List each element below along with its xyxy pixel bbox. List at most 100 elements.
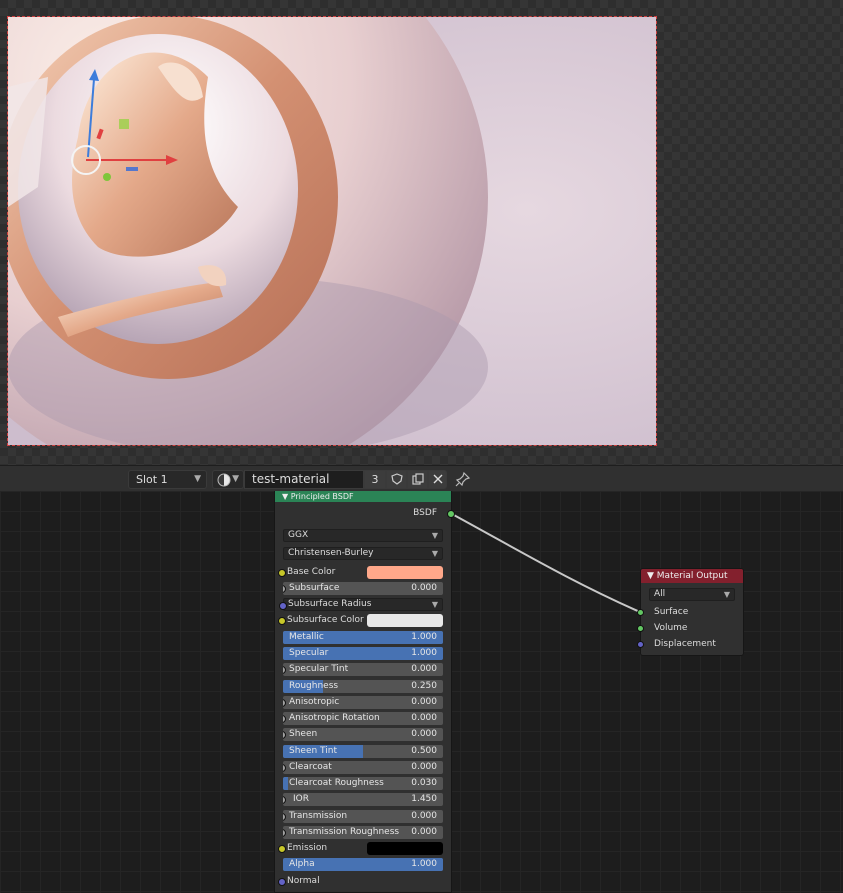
surface-socket[interactable] bbox=[637, 609, 644, 616]
input-socket[interactable] bbox=[283, 731, 286, 739]
render-preview-image bbox=[7, 16, 657, 446]
input-socket[interactable] bbox=[279, 602, 287, 610]
clearcoat-field[interactable]: Clearcoat 0.000 bbox=[283, 761, 443, 774]
normal-row[interactable]: Normal bbox=[278, 875, 443, 888]
distribution-dropdown[interactable]: GGX ▼ bbox=[283, 529, 443, 542]
displacement-label: Displacement bbox=[654, 639, 716, 649]
subsurface-field[interactable]: Subsurface 0.000 bbox=[283, 582, 443, 595]
transmission-roughness-field[interactable]: Transmission Roughness 0.000 bbox=[283, 826, 443, 839]
emission-row[interactable]: Emission bbox=[278, 842, 443, 855]
displacement-socket[interactable] bbox=[637, 641, 644, 648]
ior-field[interactable]: IOR 1.450 bbox=[283, 793, 443, 806]
fake-user-button[interactable] bbox=[386, 470, 407, 489]
node-title: Principled BSDF bbox=[290, 492, 354, 501]
field-value: 0.000 bbox=[411, 664, 437, 674]
node-title: Material Output bbox=[656, 571, 728, 581]
duplicate-material-button[interactable] bbox=[407, 470, 428, 489]
metallic-field[interactable]: Metallic 1.000 bbox=[283, 631, 443, 644]
duplicate-icon bbox=[412, 473, 424, 485]
material-slot-dropdown[interactable]: Slot 1 ▼ bbox=[128, 470, 207, 489]
input-socket[interactable] bbox=[283, 585, 286, 593]
input-socket[interactable] bbox=[278, 878, 286, 886]
collapse-arrow-icon[interactable]: ▼ bbox=[647, 571, 654, 581]
input-socket[interactable] bbox=[283, 666, 286, 674]
material-sphere-icon bbox=[217, 473, 231, 487]
input-socket[interactable] bbox=[278, 617, 286, 625]
collapse-arrow-icon[interactable]: ▼ bbox=[282, 492, 288, 501]
field-label: Specular bbox=[289, 648, 329, 658]
subsurface-method-dropdown[interactable]: Christensen-Burley ▼ bbox=[283, 547, 443, 560]
field-value: 0.000 bbox=[411, 827, 437, 837]
subsurface-radius-label: Subsurface Radius bbox=[288, 599, 372, 609]
field-label: Sheen Tint bbox=[289, 746, 338, 756]
base-color-swatch[interactable] bbox=[367, 566, 443, 579]
field-label: Anisotropic bbox=[289, 697, 340, 707]
input-socket[interactable] bbox=[278, 569, 286, 577]
input-socket[interactable] bbox=[278, 845, 286, 853]
field-value: 0.000 bbox=[411, 713, 437, 723]
base-color-row[interactable]: Base Color bbox=[278, 566, 443, 579]
anisotropic-field[interactable]: Anisotropic 0.000 bbox=[283, 696, 443, 709]
input-socket[interactable] bbox=[283, 699, 286, 707]
chevron-down-icon: ▼ bbox=[723, 590, 730, 599]
volume-label: Volume bbox=[654, 623, 688, 633]
subsurface-radius-dropdown[interactable]: Subsurface Radius ▼ bbox=[279, 598, 443, 611]
node-header[interactable]: ▼ Principled BSDF bbox=[275, 491, 451, 502]
field-label: Alpha bbox=[289, 859, 315, 869]
sheen-tint-field[interactable]: Sheen Tint 0.500 bbox=[283, 745, 443, 758]
alpha-field[interactable]: Alpha 1.000 bbox=[283, 858, 443, 871]
output-target-dropdown[interactable]: All ▼ bbox=[649, 588, 735, 601]
bsdf-output-label: BSDF bbox=[413, 508, 437, 518]
field-value: 0.030 bbox=[411, 778, 437, 788]
material-output-node[interactable]: ▼ Material Output All ▼ Surface Volume D… bbox=[640, 568, 744, 656]
sheen-field[interactable]: Sheen 0.000 bbox=[283, 728, 443, 741]
surface-label: Surface bbox=[654, 607, 689, 617]
field-label: Subsurface bbox=[289, 583, 340, 593]
input-socket[interactable] bbox=[283, 813, 286, 821]
node-editor-canvas[interactable]: ▼ Principled BSDF BSDF GGX ▼ Christensen… bbox=[0, 491, 843, 893]
input-socket[interactable] bbox=[283, 715, 286, 723]
field-label: Specular Tint bbox=[289, 664, 349, 674]
volume-socket[interactable] bbox=[637, 625, 644, 632]
chevron-down-icon: ▼ bbox=[431, 549, 438, 558]
user-count-button[interactable]: 3 bbox=[364, 470, 386, 489]
material-name-field[interactable]: test-material bbox=[244, 470, 364, 489]
roughness-field[interactable]: Roughness 0.250 bbox=[283, 680, 443, 693]
anisotropic-rotation-field[interactable]: Anisotropic Rotation 0.000 bbox=[283, 712, 443, 725]
material-browse-button[interactable]: ▼ bbox=[212, 470, 244, 489]
volume-input[interactable]: Volume bbox=[654, 623, 687, 633]
principled-bsdf-node[interactable]: ▼ Principled BSDF BSDF GGX ▼ Christensen… bbox=[274, 491, 455, 893]
field-value: 1.000 bbox=[411, 859, 437, 869]
field-label: Transmission Roughness bbox=[289, 827, 400, 837]
chevron-down-icon: ▼ bbox=[232, 474, 239, 484]
specular-tint-field[interactable]: Specular Tint 0.000 bbox=[283, 663, 443, 676]
subsurface-color-row[interactable]: Subsurface Color bbox=[278, 614, 443, 627]
transmission-field[interactable]: Transmission 0.000 bbox=[283, 810, 443, 823]
subsurface-color-label: Subsurface Color bbox=[287, 615, 364, 625]
node-header[interactable]: ▼ Material Output bbox=[641, 569, 743, 583]
output-target-value: All bbox=[654, 589, 666, 599]
render-viewport[interactable] bbox=[0, 0, 843, 465]
specular-field[interactable]: Specular 1.000 bbox=[283, 647, 443, 660]
emission-color-swatch[interactable] bbox=[367, 842, 443, 855]
bsdf-output-socket[interactable] bbox=[447, 510, 455, 518]
pin-button[interactable] bbox=[455, 471, 473, 489]
input-socket[interactable] bbox=[283, 796, 286, 804]
input-socket[interactable] bbox=[283, 829, 286, 837]
displacement-input[interactable]: Displacement bbox=[654, 639, 716, 649]
surface-input[interactable]: Surface bbox=[654, 607, 688, 617]
field-value: 0.000 bbox=[411, 811, 437, 821]
base-color-label: Base Color bbox=[287, 567, 336, 577]
close-icon bbox=[433, 474, 443, 484]
slot-label: Slot 1 bbox=[136, 473, 168, 486]
unlink-material-button[interactable] bbox=[428, 470, 447, 489]
distribution-value: GGX bbox=[288, 530, 309, 540]
chevron-down-icon: ▼ bbox=[431, 600, 438, 609]
clearcoat-roughness-field[interactable]: Clearcoat Roughness 0.030 bbox=[283, 777, 443, 790]
field-value: 0.000 bbox=[411, 697, 437, 707]
input-socket[interactable] bbox=[283, 764, 286, 772]
subsurface-color-swatch[interactable] bbox=[367, 614, 443, 627]
chevron-down-icon: ▼ bbox=[194, 474, 201, 484]
material-name: test-material bbox=[252, 472, 330, 486]
user-count: 3 bbox=[371, 473, 379, 486]
